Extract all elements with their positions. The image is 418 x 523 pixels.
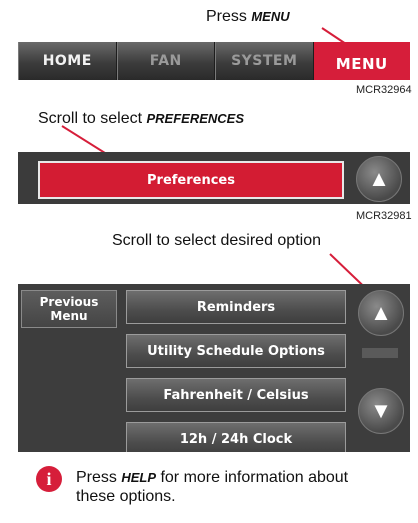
previous-menu-button[interactable]: Previous Menu [21, 290, 117, 328]
figure-ref-2: MCR32981 [356, 210, 412, 222]
tab-fan[interactable]: FAN [116, 42, 215, 80]
option-fahrenheit-celsius[interactable]: Fahrenheit / Celsius [126, 378, 346, 412]
preferences-button[interactable]: Preferences [38, 161, 344, 199]
up-arrow-icon: ▲ [368, 166, 390, 191]
top-nav-bar: HOME FAN SYSTEM MENU [18, 42, 410, 80]
up-arrow-icon: ▲ [370, 300, 392, 325]
scroll-up-button[interactable]: ▲ [356, 156, 402, 202]
down-arrow-icon: ▼ [370, 398, 392, 423]
note-prefix: Press [76, 469, 122, 486]
previous-menu-label-1: Previous [39, 295, 99, 309]
info-icon: i [36, 466, 62, 492]
option-utility-schedule[interactable]: Utility Schedule Options [126, 334, 346, 368]
scroll-indicator [362, 348, 398, 358]
note-key: HELP [121, 470, 157, 485]
scroll-down-button[interactable]: ▼ [358, 388, 404, 434]
figure-ref-1: MCR32964 [356, 84, 412, 96]
tab-system[interactable]: SYSTEM [215, 42, 314, 80]
tab-menu[interactable]: MENU [313, 42, 410, 80]
scroll-up-button[interactable]: ▲ [358, 290, 404, 336]
instruction-select-preferences: Scroll to select PREFERENCES [38, 110, 244, 128]
option-clock-format[interactable]: 12h / 24h Clock [126, 422, 346, 452]
options-panel: Previous Menu Reminders Utility Schedule… [18, 284, 410, 452]
previous-menu-label-2: Menu [50, 309, 88, 323]
instruction-key: PREFERENCES [146, 111, 245, 126]
tab-home[interactable]: HOME [18, 42, 117, 80]
instruction-select-option: Scroll to select desired option [112, 232, 321, 249]
instruction-prefix: Scroll to select [38, 110, 147, 127]
help-note: Press HELP for more information about th… [76, 468, 376, 506]
option-reminders[interactable]: Reminders [126, 290, 346, 324]
preferences-panel: Preferences ▲ [18, 152, 410, 204]
